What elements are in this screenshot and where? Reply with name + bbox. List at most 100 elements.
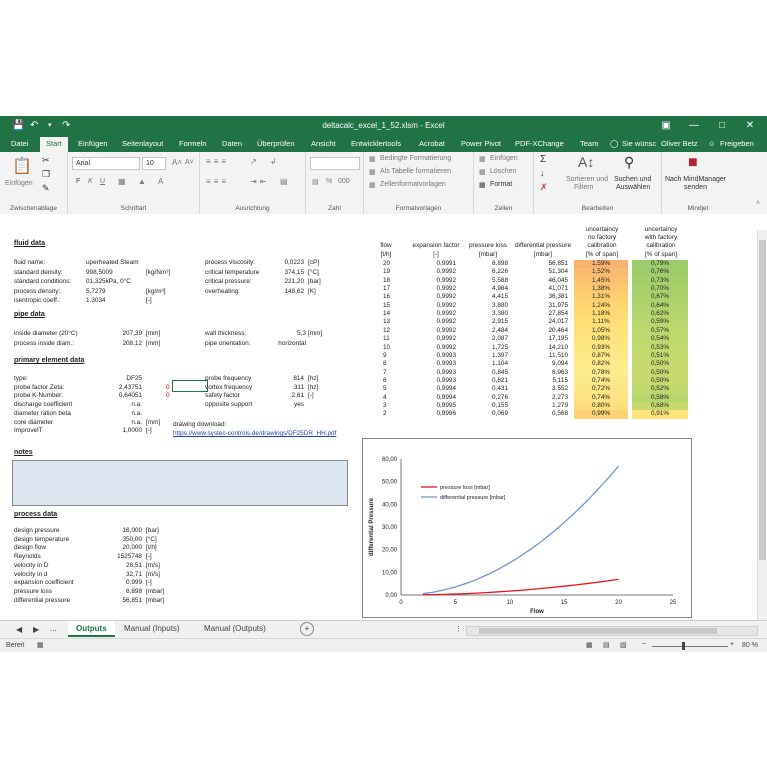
cond-format-button[interactable]: Bedingte Formatierung <box>380 155 451 162</box>
maximize-button[interactable]: □ <box>708 118 736 134</box>
delete-cells-button[interactable]: Löschen <box>490 168 516 175</box>
drawing-download-link[interactable]: https://www.systec-controls.de/drawings/… <box>173 430 336 438</box>
cell-styles-button[interactable]: Zellenformatvorlagen <box>380 181 446 188</box>
notes-box[interactable] <box>12 460 348 506</box>
horizontal-scroll-thumb[interactable] <box>479 628 717 634</box>
zoom-in-icon[interactable]: + <box>730 641 734 648</box>
clear-icon[interactable]: ✗ <box>540 182 548 193</box>
page-break-view-icon[interactable]: ▧ <box>620 641 627 649</box>
paste-button[interactable]: Einfügen <box>5 180 33 187</box>
merge-center-icon[interactable]: ▤ <box>280 177 288 186</box>
vertical-align-icons[interactable]: ≡≡≡ <box>206 157 229 166</box>
tab-formeln[interactable]: Formeln <box>179 139 207 148</box>
flow-table-cell: 1,397 <box>492 351 508 359</box>
tab-acrobat[interactable]: Acrobat <box>419 139 445 148</box>
bold-button[interactable]: F <box>76 178 80 185</box>
prev-sheet-icon[interactable]: ◀ <box>16 625 22 634</box>
find-select-label-2[interactable]: Auswählen <box>616 184 650 191</box>
worksheet-area[interactable]: fluid data fluid name: uperheated Steam st… <box>0 226 757 620</box>
underline-button[interactable]: U <box>100 178 105 185</box>
zoom-slider[interactable] <box>652 646 728 647</box>
shrink-font-icon[interactable]: A˅ <box>185 159 194 166</box>
alignment-label: Ausrichtung <box>235 205 270 212</box>
grow-font-icon[interactable]: A˄ <box>172 158 182 167</box>
sheet-tab-manual-inputs[interactable]: Manual (Inputs) <box>124 624 180 633</box>
flow-table-cell: 6 <box>383 376 387 384</box>
autosum-icon[interactable]: Σ <box>540 154 546 165</box>
share-button[interactable]: Freigeben <box>720 139 754 148</box>
find-select-label-1[interactable]: Suchen und <box>614 176 651 183</box>
tab-pdf-xchange[interactable]: PDF-XChange <box>515 139 564 148</box>
font-size-select[interactable]: 10 <box>142 157 166 170</box>
tab-power-pivot[interactable]: Power Pivot <box>461 139 501 148</box>
tell-me-input[interactable]: Sie wünsc <box>622 139 656 148</box>
undefined-unit: [hz] <box>308 383 319 391</box>
sort-filter-icon[interactable]: A↕ <box>578 154 594 170</box>
sort-filter-label-2[interactable]: Filtern <box>574 184 593 191</box>
mindmanager-icon[interactable]: ■ <box>688 154 698 172</box>
font-name-select[interactable]: Arial <box>72 157 140 170</box>
tab-entwicklertools[interactable]: Entwicklertools <box>351 139 401 148</box>
wrap-text-icon[interactable]: ↲ <box>270 157 277 166</box>
vertical-scroll-thumb[interactable] <box>759 240 766 560</box>
chart[interactable]: 0,00 10,00 20,00 30,00 40,00 50,00 60,00 0 5 10 15… <box>362 438 692 618</box>
page-layout-view-icon[interactable]: ▤ <box>603 641 610 649</box>
tab-einfuegen[interactable]: Einfügen <box>78 139 108 148</box>
tab-ueberpruefen[interactable]: Überprüfen <box>257 139 295 148</box>
minimize-button[interactable]: — <box>680 118 708 134</box>
ribbon-display-icon[interactable]: ▣ <box>652 118 680 134</box>
mindmanager-label-1[interactable]: Nach MindManager <box>665 176 726 183</box>
search-icon[interactable]: ⚲ <box>624 154 634 171</box>
macro-record-icon[interactable]: ▦ <box>37 641 44 649</box>
vertical-scrollbar[interactable] <box>757 230 767 620</box>
zoom-slider-thumb[interactable] <box>682 642 685 650</box>
orientation-icon[interactable]: ↗ <box>250 157 257 166</box>
format-cells-button[interactable]: Format <box>490 181 512 188</box>
tab-start[interactable]: Start <box>40 137 68 152</box>
paste-icon[interactable]: 📋 <box>12 156 32 176</box>
horizontal-align-icons[interactable]: ≡≡≡ <box>206 177 229 186</box>
undefined-label: pipe orientation: <box>205 339 251 347</box>
tab-split-icon[interactable]: ⋮ <box>455 625 462 633</box>
flow-table-cell: 12 <box>383 326 391 334</box>
selected-cell[interactable] <box>172 380 208 392</box>
flow-table-cell: 17,195 <box>548 335 568 343</box>
tab-datei[interactable]: Datei <box>11 139 29 148</box>
copy-icon[interactable]: ❐ <box>42 169 50 180</box>
tab-team[interactable]: Team <box>580 139 598 148</box>
tab-daten[interactable]: Daten <box>222 139 242 148</box>
accounting-icon[interactable]: ▤ <box>312 178 319 186</box>
mindmanager-label-2[interactable]: senden <box>684 184 707 191</box>
undefined-value: 16,000 <box>122 527 142 534</box>
horizontal-scrollbar[interactable] <box>466 626 758 636</box>
fill-color-icon[interactable]: ▲ <box>138 177 146 186</box>
add-sheet-button[interactable]: + <box>300 622 314 636</box>
y-tick-label: 50,00 <box>382 480 398 486</box>
tab-ansicht[interactable]: Ansicht <box>311 139 336 148</box>
thousands-button[interactable]: 000 <box>338 178 350 185</box>
zoom-out-icon[interactable]: − <box>642 641 646 648</box>
italic-button[interactable]: K <box>88 178 93 185</box>
indent-icons[interactable]: ⇥⇤ <box>250 177 269 186</box>
format-painter-icon[interactable]: ✎ <box>42 183 50 194</box>
user-name[interactable]: Oliver Betz <box>661 139 698 148</box>
next-sheet-icon[interactable]: ▶ <box>33 625 39 634</box>
zoom-level[interactable]: 80 % <box>742 642 758 649</box>
undefined-unit: [-] <box>308 392 314 400</box>
collapse-ribbon-icon[interactable]: ˄ <box>756 200 760 207</box>
sheet-tab-outputs[interactable]: Outputs <box>68 621 115 637</box>
font-color-icon[interactable]: A <box>158 177 163 186</box>
sheet-tab-manual-outputs[interactable]: Manual (Outputs) <box>204 624 266 633</box>
format-as-table-button[interactable]: Als Tabelle formatieren <box>380 168 451 175</box>
number-format-select[interactable] <box>310 157 360 170</box>
fill-icon[interactable]: ↓ <box>540 168 545 178</box>
close-button[interactable]: ✕ <box>736 118 764 134</box>
percent-button[interactable]: % <box>326 178 332 185</box>
insert-cells-button[interactable]: Einfügen <box>490 155 518 162</box>
cut-icon[interactable]: ✂ <box>42 155 50 166</box>
normal-view-icon[interactable]: ▦ <box>586 641 593 649</box>
tab-seitenlayout[interactable]: Seitenlayout <box>122 139 163 148</box>
borders-icon[interactable]: ▦ <box>118 177 126 186</box>
more-sheets-button[interactable]: ... <box>50 624 57 633</box>
sort-filter-label-1[interactable]: Sortieren und <box>566 176 608 183</box>
